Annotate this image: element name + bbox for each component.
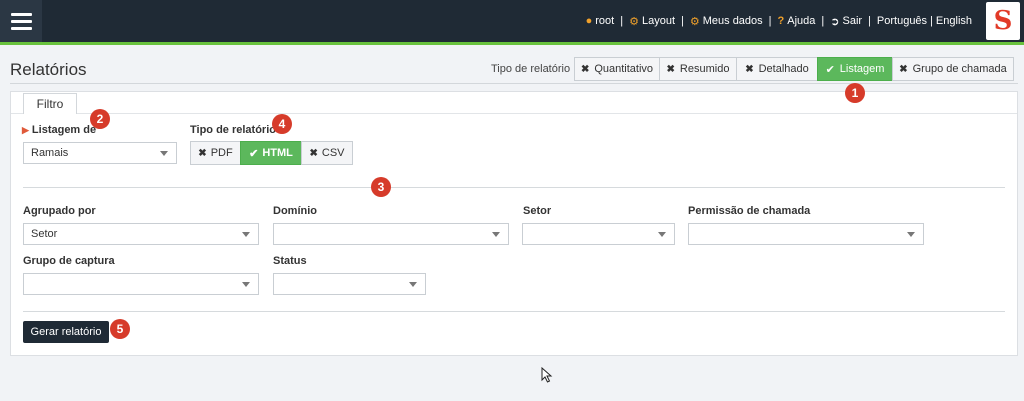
lang-separator: | xyxy=(930,15,933,27)
listagem-label-wrap: ▶ Listagem de xyxy=(22,124,96,136)
times-icon: ✖ xyxy=(745,63,754,75)
top-navbar: ● root | ⚙ Layout | ⚙ Meus dados | ? Aju… xyxy=(0,0,1024,42)
grupo-captura-select[interactable] xyxy=(23,273,259,295)
help-label: Ajuda xyxy=(787,15,816,27)
times-icon: ✖ xyxy=(309,147,318,159)
permissao-label: Permissão de chamada xyxy=(688,205,811,217)
user-icon: ● xyxy=(585,15,593,27)
type-grupo-chamada-button[interactable]: ✖ Grupo de chamada xyxy=(892,57,1014,81)
format-group: ✖ PDF ✔ HTML ✖ CSV xyxy=(190,141,353,165)
brand-logo[interactable]: S xyxy=(986,2,1020,40)
user-name: root xyxy=(595,15,615,27)
times-icon: ✖ xyxy=(899,63,908,75)
type-resumido-button[interactable]: ✖ Resumido xyxy=(659,57,737,81)
agrupado-select[interactable]: Setor xyxy=(23,223,259,245)
filter-panel: Filtro ▶ Listagem de Ramais Tipo de relat… xyxy=(10,91,1018,356)
format-label-text: PDF xyxy=(210,147,233,159)
step-badge-4: 4 xyxy=(272,114,292,134)
generate-report-button[interactable]: Gerar relatório xyxy=(23,321,109,343)
type-quantitativo-button[interactable]: ✖ Quantitativo xyxy=(574,57,660,81)
format-label-text: HTML xyxy=(262,147,293,159)
step-badge-3: 3 xyxy=(371,177,391,197)
status-select[interactable] xyxy=(273,273,426,295)
question-icon: ? xyxy=(777,15,785,27)
footer-divider xyxy=(23,311,1005,312)
required-marker-icon: ▶ xyxy=(22,125,29,135)
mouse-cursor-icon xyxy=(541,367,553,383)
caret-down-icon xyxy=(907,232,915,237)
format-label-text: CSV xyxy=(321,147,345,159)
layout-label: Layout xyxy=(641,15,675,27)
lang-pt-link[interactable]: Português xyxy=(877,15,927,27)
times-icon: ✖ xyxy=(666,63,675,75)
agrupado-value: Setor xyxy=(31,228,58,240)
step-badge-2: 2 xyxy=(90,109,110,129)
dominio-select[interactable] xyxy=(273,223,509,245)
gears-icon: ⚙ xyxy=(629,15,639,28)
grupo-captura-label: Grupo de captura xyxy=(23,255,115,267)
nav-separator: | xyxy=(768,15,772,27)
type-label: Quantitativo xyxy=(594,63,654,75)
user-link[interactable]: ● root xyxy=(586,15,615,27)
logout-label: Sair xyxy=(842,15,863,27)
caret-down-icon xyxy=(658,232,666,237)
type-listagem-button[interactable]: ✔ Listagem xyxy=(817,57,893,81)
page-title: Relatórios xyxy=(10,60,87,79)
check-icon: ✔ xyxy=(249,147,259,160)
layout-link[interactable]: ⚙ Layout xyxy=(629,15,675,28)
caret-down-icon xyxy=(409,282,417,287)
format-label: Tipo de relatório xyxy=(190,124,276,136)
menu-hamburger-icon[interactable] xyxy=(0,0,42,42)
report-type-label: Tipo de relatório xyxy=(491,63,571,75)
times-icon: ✖ xyxy=(580,63,590,75)
caret-down-icon xyxy=(242,232,250,237)
check-icon: ✔ xyxy=(825,63,835,76)
topbar-accent-line xyxy=(0,42,1024,45)
listagem-select[interactable]: Ramais xyxy=(23,142,177,164)
nav-separator: | xyxy=(821,15,825,27)
top-nav-links: ● root | ⚙ Layout | ⚙ Meus dados | ? Aju… xyxy=(586,13,972,29)
type-label: Grupo de chamada xyxy=(912,63,1007,75)
logo-letter: S xyxy=(993,6,1013,36)
my-data-label: Meus dados xyxy=(702,15,763,27)
tab-filtro[interactable]: Filtro xyxy=(23,93,77,114)
dominio-label: Domínio xyxy=(273,205,317,217)
report-type-group: ✖ Quantitativo ✖ Resumido ✖ Detalhado ✔ … xyxy=(574,57,1014,81)
setor-label: Setor xyxy=(523,205,552,217)
gear-icon: ⚙ xyxy=(689,15,700,28)
caret-down-icon xyxy=(160,151,168,156)
type-label: Detalhado xyxy=(758,63,809,75)
permissao-select[interactable] xyxy=(688,223,924,245)
nav-separator: | xyxy=(868,15,871,27)
sign-out-icon: ➲ xyxy=(830,15,840,28)
caret-down-icon xyxy=(242,282,250,287)
listagem-value: Ramais xyxy=(31,147,69,159)
format-pdf-button[interactable]: ✖ PDF xyxy=(190,141,241,165)
tab-underline xyxy=(11,113,1017,114)
listagem-label: Listagem de xyxy=(31,124,97,136)
status-label: Status xyxy=(273,255,307,267)
nav-separator: | xyxy=(620,15,624,27)
lang-en-link[interactable]: English xyxy=(936,15,972,27)
caret-down-icon xyxy=(492,232,500,237)
nav-separator: | xyxy=(681,15,684,27)
my-data-link[interactable]: ⚙ Meus dados xyxy=(690,15,763,28)
format-html-button[interactable]: ✔ HTML xyxy=(240,141,302,165)
step-badge-5: 5 xyxy=(110,319,130,339)
type-detalhado-button[interactable]: ✖ Detalhado xyxy=(736,57,818,81)
type-label: Listagem xyxy=(839,63,885,75)
step-badge-1: 1 xyxy=(845,83,865,103)
help-link[interactable]: ? Ajuda xyxy=(778,15,816,27)
header-divider xyxy=(10,83,1018,84)
logout-link[interactable]: ➲ Sair xyxy=(830,15,862,28)
agrupado-label: Agrupado por xyxy=(23,205,96,217)
type-label: Resumido xyxy=(679,63,730,75)
format-csv-button[interactable]: ✖ CSV xyxy=(301,141,353,165)
times-icon: ✖ xyxy=(198,147,207,159)
section-divider xyxy=(23,187,1005,188)
setor-select[interactable] xyxy=(522,223,675,245)
